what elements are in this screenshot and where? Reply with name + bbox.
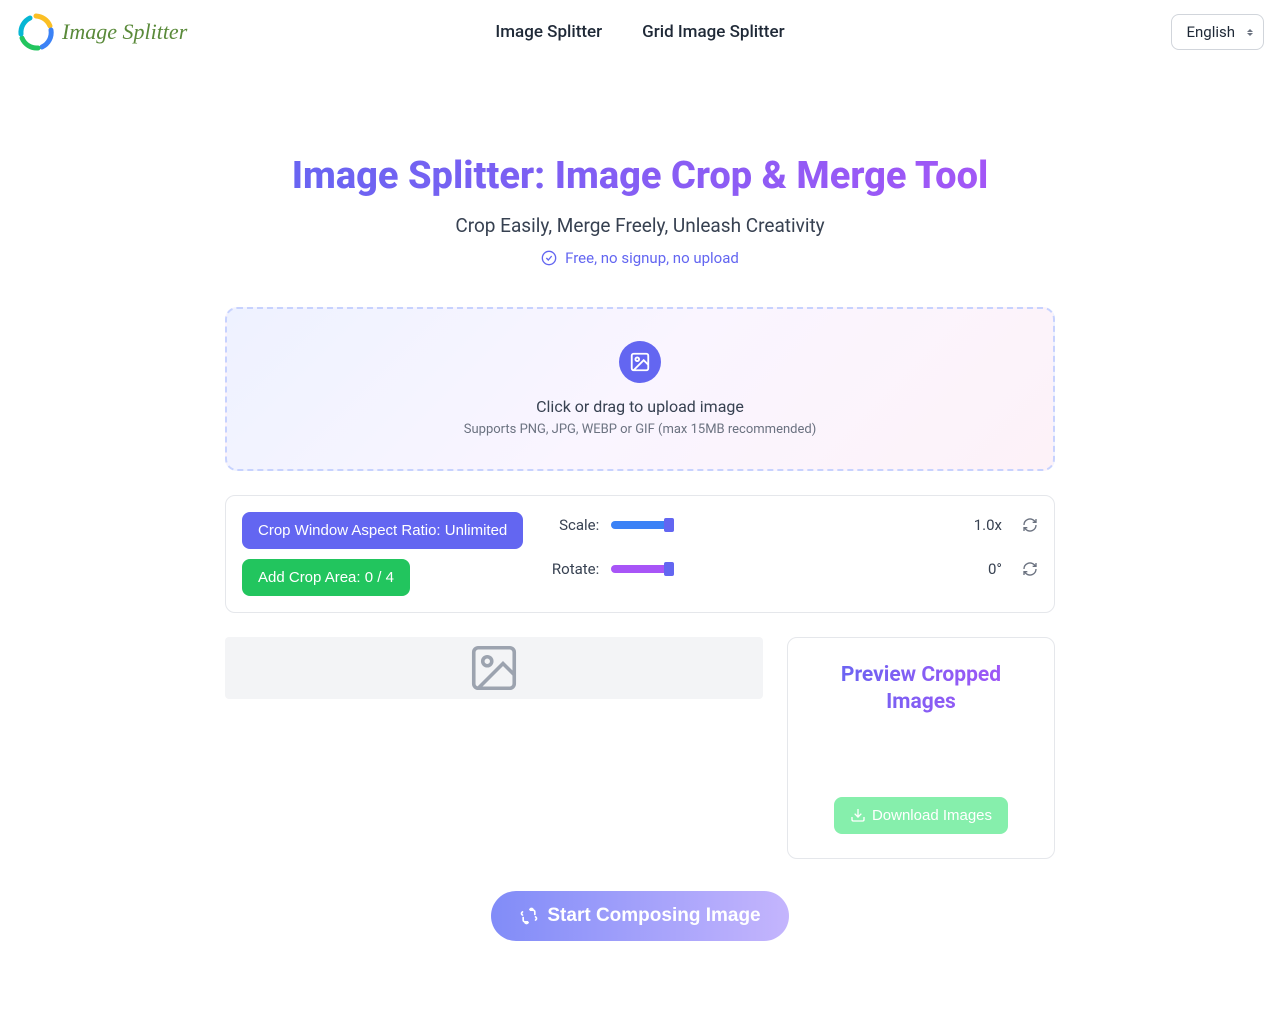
nav-grid-image-splitter[interactable]: Grid Image Splitter: [642, 22, 784, 42]
download-button[interactable]: Download Images: [834, 797, 1008, 834]
download-label: Download Images: [872, 807, 992, 824]
feature-badge: Free, no signup, no upload: [225, 249, 1055, 267]
logo-icon: [16, 12, 56, 52]
upload-hint: Supports PNG, JPG, WEBP or GIF (max 15MB…: [259, 422, 1021, 437]
preview-panel: Preview Cropped Images Download Images: [787, 637, 1055, 859]
page-subtitle: Crop Easily, Merge Freely, Unleash Creat…: [225, 214, 1055, 237]
workspace-panels: Preview Cropped Images Download Images: [225, 637, 1055, 859]
image-icon: [619, 341, 661, 383]
feature-badge-text: Free, no signup, no upload: [565, 249, 739, 267]
scale-label: Scale:: [547, 516, 599, 534]
upload-text: Click or drag to upload image: [259, 397, 1021, 416]
language-value: English: [1186, 23, 1235, 41]
puzzle-icon: [519, 906, 539, 926]
main-nav: Image Splitter Grid Image Splitter: [495, 22, 784, 42]
upload-dropzone[interactable]: Click or drag to upload image Supports P…: [225, 307, 1055, 471]
language-select[interactable]: English: [1171, 14, 1264, 50]
rotate-slider[interactable]: [611, 565, 671, 573]
refresh-icon[interactable]: [1022, 517, 1038, 533]
compose-label: Start Composing Image: [547, 905, 760, 927]
canvas-placeholder: [225, 637, 763, 699]
page-title: Image Splitter: Image Crop & Merge Tool: [225, 154, 1055, 198]
scale-slider[interactable]: [611, 521, 671, 529]
logo[interactable]: Image Splitter: [16, 12, 187, 52]
controls-panel: Crop Window Aspect Ratio: Unlimited Add …: [225, 495, 1055, 613]
chevron-updown-icon: [1247, 29, 1253, 36]
aspect-ratio-button[interactable]: Crop Window Aspect Ratio: Unlimited: [242, 512, 523, 549]
controls-buttons: Crop Window Aspect Ratio: Unlimited Add …: [242, 512, 523, 596]
preview-title: Preview Cropped Images: [812, 662, 1030, 717]
scale-value: 1.0x: [683, 516, 1010, 534]
refresh-icon[interactable]: [1022, 561, 1038, 577]
logo-text: Image Splitter: [62, 19, 187, 45]
controls-sliders: Scale: 1.0x Rotate: 0°: [547, 512, 1038, 578]
image-placeholder-icon: [467, 641, 521, 695]
add-crop-area-button[interactable]: Add Crop Area: 0 / 4: [242, 559, 410, 596]
rotate-slider-row: Rotate: 0°: [547, 560, 1038, 578]
compose-button[interactable]: Start Composing Image: [491, 891, 788, 941]
check-circle-icon: [541, 250, 557, 266]
nav-image-splitter[interactable]: Image Splitter: [495, 22, 602, 42]
rotate-value: 0°: [683, 560, 1010, 578]
rotate-label: Rotate:: [547, 560, 599, 578]
header: Image Splitter Image Splitter Grid Image…: [0, 0, 1280, 64]
scale-slider-row: Scale: 1.0x: [547, 516, 1038, 534]
download-icon: [850, 807, 866, 823]
main-content: Image Splitter: Image Crop & Merge Tool …: [225, 64, 1055, 981]
